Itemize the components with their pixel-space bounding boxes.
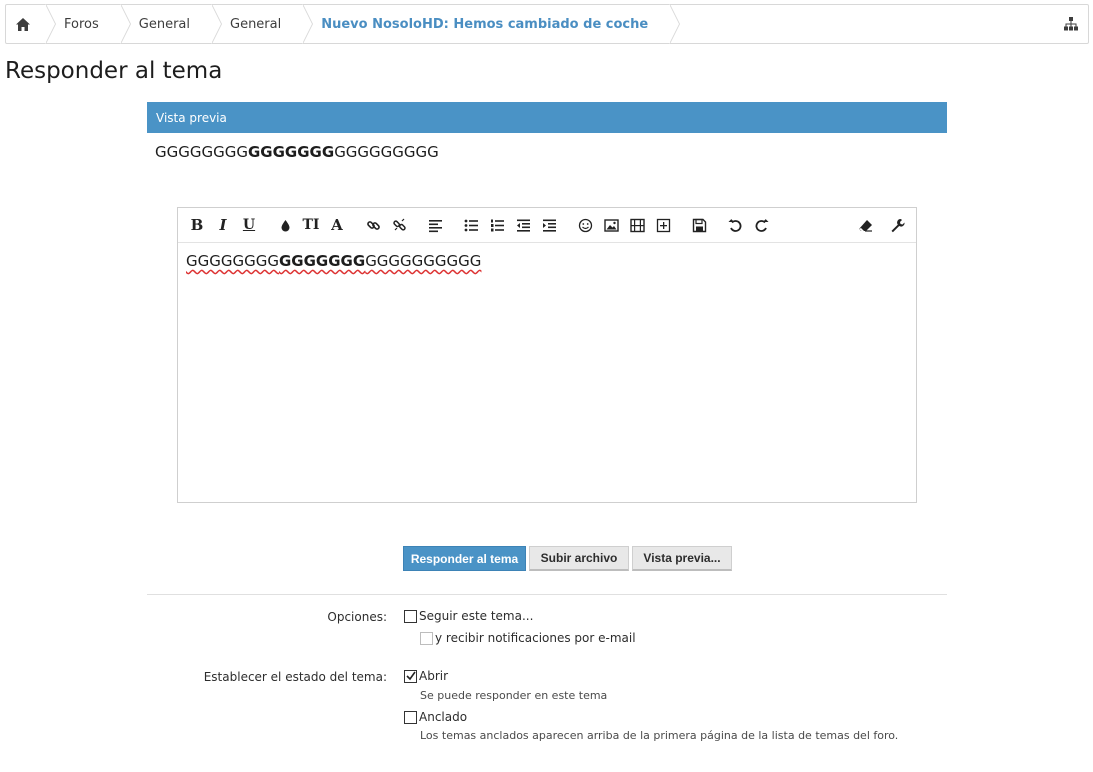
indent-icon: [542, 219, 556, 232]
preview-button[interactable]: Vista previa...: [632, 546, 732, 571]
message-editor[interactable]: B I U TI A GGGGGGGGGGGGGGGGGGGGGGGGG: [177, 207, 917, 503]
sticky-thread-label: Anclado: [419, 710, 468, 724]
sitemap-icon[interactable]: [1064, 17, 1078, 31]
bullet-list-icon: [464, 219, 478, 231]
save-icon: [692, 218, 706, 232]
breadcrumb-current-thread[interactable]: Nuevo NosoloHD: Hemos cambiado de coche: [303, 4, 681, 44]
options-label: Opciones:: [327, 610, 387, 624]
italic-icon: I: [219, 216, 227, 234]
breadcrumb: Foros General General Nuevo NosoloHD: He…: [5, 4, 1089, 44]
link-icon: [366, 220, 380, 230]
align-left-icon: [428, 219, 442, 232]
smilie-button[interactable]: [572, 212, 598, 238]
unlink-button[interactable]: [386, 212, 412, 238]
save-draft-button[interactable]: [686, 212, 712, 238]
image-icon: [603, 218, 619, 232]
font-size-button[interactable]: TI: [298, 212, 324, 238]
preview-text-start: GGGGGGGG: [155, 143, 248, 161]
preview-body: GGGGGGGGGGGGGGGGGGGGGGGG: [155, 143, 439, 161]
bullet-list-button[interactable]: [458, 212, 484, 238]
link-button[interactable]: [360, 212, 386, 238]
divider: [147, 594, 947, 595]
underline-icon: U: [242, 217, 256, 233]
editor-text-end: GGGGGGGGGG: [365, 252, 482, 270]
indent-button[interactable]: [536, 212, 562, 238]
follow-thread-checkbox[interactable]: Seguir este tema...: [404, 609, 533, 623]
numbered-list-button[interactable]: [484, 212, 510, 238]
bold-icon: B: [190, 216, 204, 234]
sticky-thread-checkbox[interactable]: Anclado: [404, 710, 467, 724]
thread-status-label: Establecer el estado del tema:: [203, 670, 387, 684]
underline-button[interactable]: U: [236, 212, 262, 238]
insert-more-button[interactable]: [650, 212, 676, 238]
wrench-icon: [891, 218, 905, 232]
open-thread-hint: Se puede responder en este tema: [420, 689, 608, 702]
undo-button[interactable]: [722, 212, 748, 238]
preview-header: Vista previa: [147, 102, 947, 133]
editor-text-bold: GGGGGGG: [279, 252, 366, 270]
editor-text-start: GGGGGGGG: [186, 252, 279, 270]
breadcrumb-item-foros[interactable]: Foros: [46, 4, 131, 44]
bold-button[interactable]: B: [184, 212, 210, 238]
outdent-button[interactable]: [510, 212, 536, 238]
plus-box-icon: [656, 218, 670, 232]
font-size-icon: TI: [302, 217, 320, 233]
editor-toolbar: B I U TI A: [178, 208, 916, 243]
checkmark-icon: [405, 671, 416, 681]
breadcrumb-home[interactable]: [6, 4, 56, 44]
preview-text-end: GGGGGGGGG: [334, 143, 439, 161]
open-thread-label: Abrir: [419, 669, 449, 683]
follow-thread-box[interactable]: [404, 609, 417, 623]
home-icon: [16, 17, 30, 31]
unlink-icon: [392, 218, 406, 231]
text-color-button[interactable]: [272, 212, 298, 238]
numbered-list-icon: [490, 219, 504, 231]
remove-formatting-button[interactable]: [852, 212, 878, 238]
font-family-icon: A: [331, 216, 343, 234]
preview-text-bold: GGGGGGG: [248, 143, 335, 161]
align-left-button[interactable]: [422, 212, 448, 238]
email-notify-label: y recibir notificaciones por e-mail: [435, 631, 636, 645]
editor-content[interactable]: GGGGGGGGGGGGGGGGGGGGGGGGG: [178, 243, 916, 279]
smiley-icon: [578, 218, 592, 232]
droplet-icon: [281, 219, 289, 231]
follow-thread-label: Seguir este tema...: [419, 609, 534, 623]
font-family-button[interactable]: A: [324, 212, 350, 238]
image-button[interactable]: [598, 212, 624, 238]
eraser-icon: [858, 219, 872, 232]
reply-button[interactable]: Responder al tema: [403, 546, 526, 571]
outdent-icon: [516, 219, 530, 232]
sticky-thread-box[interactable]: [404, 710, 417, 724]
page-title: Responder al tema: [5, 58, 223, 84]
toggle-bbcode-button[interactable]: [884, 212, 910, 238]
film-icon: [629, 218, 645, 232]
sticky-thread-hint: Los temas anclados aparecen arriba de la…: [420, 729, 899, 742]
redo-icon: [755, 218, 769, 232]
media-button[interactable]: [624, 212, 650, 238]
undo-icon: [727, 218, 741, 232]
breadcrumb-item-general[interactable]: General: [121, 4, 223, 44]
breadcrumb-item-general-sub[interactable]: General: [212, 4, 314, 44]
open-thread-checkbox[interactable]: Abrir: [404, 669, 448, 683]
redo-button[interactable]: [748, 212, 774, 238]
email-notify-box[interactable]: [420, 631, 433, 645]
upload-file-button[interactable]: Subir archivo: [529, 546, 629, 571]
email-notify-checkbox[interactable]: y recibir notificaciones por e-mail: [420, 631, 636, 645]
italic-button[interactable]: I: [210, 212, 236, 238]
open-thread-box[interactable]: [404, 669, 417, 683]
